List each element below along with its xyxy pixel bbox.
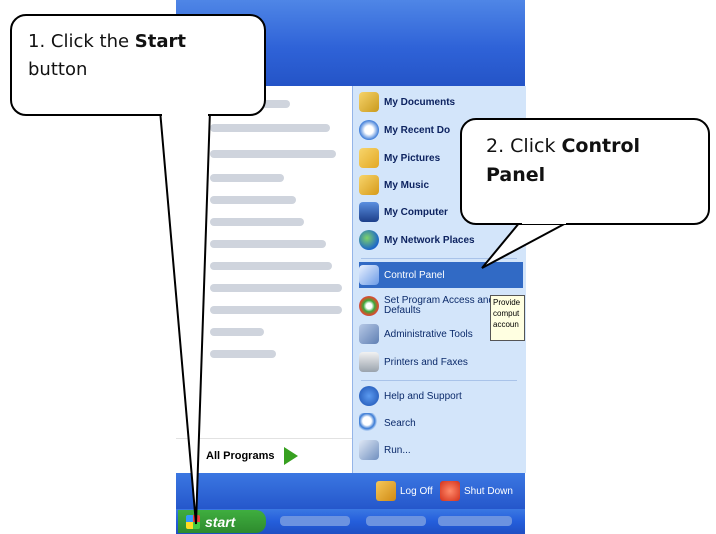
callout-joint-masks [162, 110, 566, 224]
tail-joint-mask-1 [162, 110, 208, 118]
tail-joint-mask-2 [522, 216, 566, 224]
